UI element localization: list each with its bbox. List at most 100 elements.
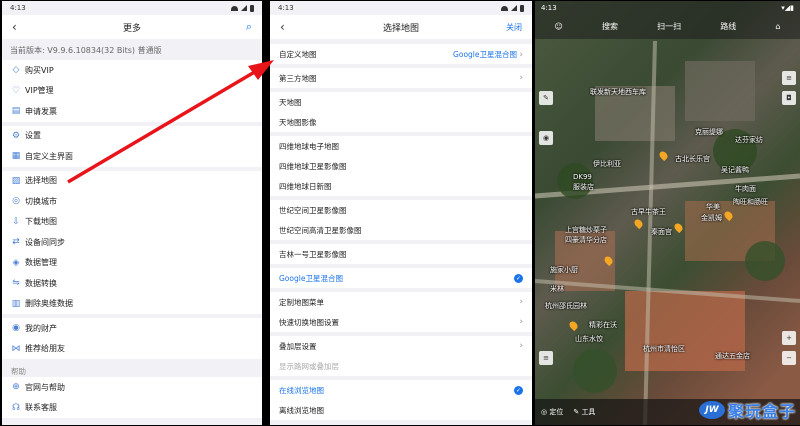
screenshot-stage: 4:13 ‹ 更多 ⌕ 当前版本: V9.9.6.10834(32 Bits) … xyxy=(0,0,800,426)
camera-icon[interactable]: ◘ xyxy=(782,91,796,105)
menu-item-device-sync[interactable]: ⇄ 设备间同步 xyxy=(2,232,262,253)
layers-icon[interactable]: ≡ xyxy=(782,71,796,85)
map-label: 古北长乐宫 xyxy=(675,155,710,163)
more-screen: 4:13 ‹ 更多 ⌕ 当前版本: V9.9.6.10834(32 Bits) … xyxy=(2,1,262,425)
chevron-right-icon: › xyxy=(519,341,523,351)
search-icon[interactable]: ⌕ xyxy=(246,20,252,34)
map-label: 金凯姆 xyxy=(701,214,722,222)
compass-icon[interactable]: ◉ xyxy=(539,131,553,145)
menu-item-data-convert[interactable]: ⇋ 数据转换 xyxy=(2,273,262,294)
map-label: 华美 xyxy=(706,203,720,211)
map-label: 伊比利亚 xyxy=(593,160,621,168)
status-time: 4:13 xyxy=(10,4,26,12)
map-label: 精彩在沃 xyxy=(589,321,617,329)
quick-switch-row[interactable]: 快速切换地图设置 › xyxy=(270,312,532,332)
menu-item-share[interactable]: ⋈ 推荐给朋友 xyxy=(2,339,262,360)
google-group: Google卫星混合图 ✓ xyxy=(270,268,532,288)
profile-icon[interactable]: ☺ xyxy=(555,22,563,31)
gear-icon: ⚙ xyxy=(11,130,21,141)
invoice-icon: ▤ xyxy=(11,106,21,117)
chevron-right-icon: › xyxy=(519,49,523,60)
home-icon[interactable]: ⌂ xyxy=(775,22,780,31)
help-group: ⊕ 官网与帮助 ☊ 联系客服 xyxy=(2,377,262,418)
map-top-bar: 4:13 ▾◢▮ ☺ 搜索 扫一扫 路线 ⌂ xyxy=(535,1,800,39)
menu-item-switch-city[interactable]: ◎ 切换城市 xyxy=(2,191,262,212)
menu-item-website-help[interactable]: ⊕ 官网与帮助 xyxy=(2,377,262,398)
wifi-icon xyxy=(231,5,238,11)
close-button[interactable]: 关闭 xyxy=(506,22,522,33)
menu-item-buy-vip[interactable]: ◇ 购买VIP xyxy=(2,60,262,81)
tab-search[interactable]: 搜索 xyxy=(602,21,618,32)
menu-item-invoice[interactable]: ▤ 申请发票 xyxy=(2,101,262,122)
menu-item-contact-support[interactable]: ☊ 联系客服 xyxy=(2,398,262,419)
convert-icon: ⇋ xyxy=(12,278,20,289)
map-label: 上宫糖炒栗子 xyxy=(565,226,607,234)
download-icon: ⇩ xyxy=(12,216,20,227)
map-label: 施家小厨 xyxy=(550,266,578,274)
map-option-tianditu[interactable]: 天地图 xyxy=(270,92,532,112)
custom-menu-row[interactable]: 定制地图菜单 › xyxy=(270,292,532,312)
menu-item-select-map[interactable]: ▨ 选择地图 xyxy=(2,171,262,192)
back-button[interactable]: ‹ xyxy=(280,20,285,34)
map-option-shiji-satellite[interactable]: 世纪空间卫星影像图 xyxy=(270,200,532,220)
map-option-jilin[interactable]: 吉林一号卫星影像图 xyxy=(270,244,532,264)
map-option-siwei-satellite[interactable]: 四维地球卫星影像图 xyxy=(270,156,532,176)
status-bar: 4:13 xyxy=(2,1,262,15)
map-option-siwei-electronic[interactable]: 四维地球电子地图 xyxy=(270,136,532,156)
back-button[interactable]: ‹ xyxy=(12,20,17,34)
map-option-tianditu-image[interactable]: 天地图影像 xyxy=(270,112,532,132)
battery-icon xyxy=(250,4,254,12)
map-group: ▨ 选择地图 ◎ 切换城市 ⇩ 下载地图 ⇄ 设备间同步 ◈ 数据管理 ⇋ 数据转换 ▥ 删除… xyxy=(2,170,262,315)
map-label: DK99 xyxy=(573,173,592,181)
online-browse-row[interactable]: 在线浏览地图 ✓ xyxy=(270,380,532,400)
share-icon: ⋈ xyxy=(11,343,21,354)
menu-item-vip-manage[interactable]: ♡ VIP管理 xyxy=(2,81,262,102)
map-icon: ▨ xyxy=(11,175,21,186)
map-option-shiji-hd[interactable]: 世纪空间高清卫星影像图 xyxy=(270,220,532,240)
menu-item-data-manage[interactable]: ◈ 数据管理 xyxy=(2,253,262,274)
map-label: 山东水饺 xyxy=(575,335,603,343)
check-icon: ✓ xyxy=(514,385,523,395)
status-bar: 4:13 xyxy=(270,1,532,15)
menu-item-delete-data[interactable]: ▥ 删除奥维数据 xyxy=(2,294,262,315)
satellite-map[interactable] xyxy=(535,1,800,425)
overlay-settings-row[interactable]: 叠加层设置 › xyxy=(270,336,532,356)
map-option-siwei-daily[interactable]: 四维地球日新图 xyxy=(270,176,532,196)
zoom-out-icon[interactable]: − xyxy=(782,351,796,365)
vip-icon: ♡ xyxy=(11,85,21,96)
property-group: ◉ 我的财产 ⋈ 推荐给朋友 xyxy=(2,318,262,359)
locate-button[interactable]: ◎ 定位 xyxy=(541,407,563,417)
top-nav-bar: ‹ 选择地图 关闭 xyxy=(270,15,532,39)
map-label: 联发新天地西车库 xyxy=(590,88,646,96)
menu-item-custom-home[interactable]: ▦ 自定义主界面 xyxy=(2,146,262,167)
status-time: 4:13 xyxy=(278,4,294,12)
offline-browse-row[interactable]: 离线浏览地图 xyxy=(270,400,532,420)
custom-map-row[interactable]: 自定义地图 Google卫星混合图 › xyxy=(270,44,532,64)
tool-icon[interactable]: ✎ xyxy=(539,91,553,105)
zoom-in-icon[interactable]: + xyxy=(782,331,796,345)
map-label: 通达五金店 xyxy=(715,352,750,360)
chevron-right-icon: › xyxy=(519,73,523,83)
status-icons: ▾◢▮ xyxy=(781,4,794,12)
third-party-row[interactable]: 第三方地图 › xyxy=(270,68,532,88)
edit-tool-button[interactable]: ✎ 工具 xyxy=(573,407,595,417)
menu-item-download-map[interactable]: ⇩ 下载地图 xyxy=(2,212,262,233)
tab-scan[interactable]: 扫一扫 xyxy=(657,21,681,32)
version-text: 当前版本: V9.9.6.10834(32 Bits) 普通版 xyxy=(10,46,162,55)
menu-settings-group: 定制地图菜单 › 快速切换地图设置 › xyxy=(270,292,532,332)
chevron-right-icon: › xyxy=(519,297,523,307)
menu-item-settings[interactable]: ⚙ 设置 xyxy=(2,126,262,147)
map-label: 古早牛茶王 xyxy=(631,208,666,216)
menu-item-my-property[interactable]: ◉ 我的财产 xyxy=(2,318,262,339)
map-option-google-hybrid[interactable]: Google卫星混合图 ✓ xyxy=(270,268,532,288)
show-overlay-row[interactable]: 显示路网或叠加层 xyxy=(270,356,532,376)
tab-route[interactable]: 路线 xyxy=(720,21,736,32)
page-title: 选择地图 xyxy=(382,23,419,34)
database-icon: ◈ xyxy=(12,257,20,268)
shiji-group: 世纪空间卫星影像图 世纪空间高清卫星影像图 xyxy=(270,200,532,240)
browse-mode-group: 在线浏览地图 ✓ 离线浏览地图 xyxy=(270,380,532,420)
top-nav-bar: ‹ 更多 ⌕ xyxy=(2,15,262,39)
headset-icon: ☊ xyxy=(12,402,20,413)
map-tabs: ☺ 搜索 扫一扫 路线 ⌂ xyxy=(535,15,800,37)
menu-icon[interactable]: ≡ xyxy=(539,351,553,365)
